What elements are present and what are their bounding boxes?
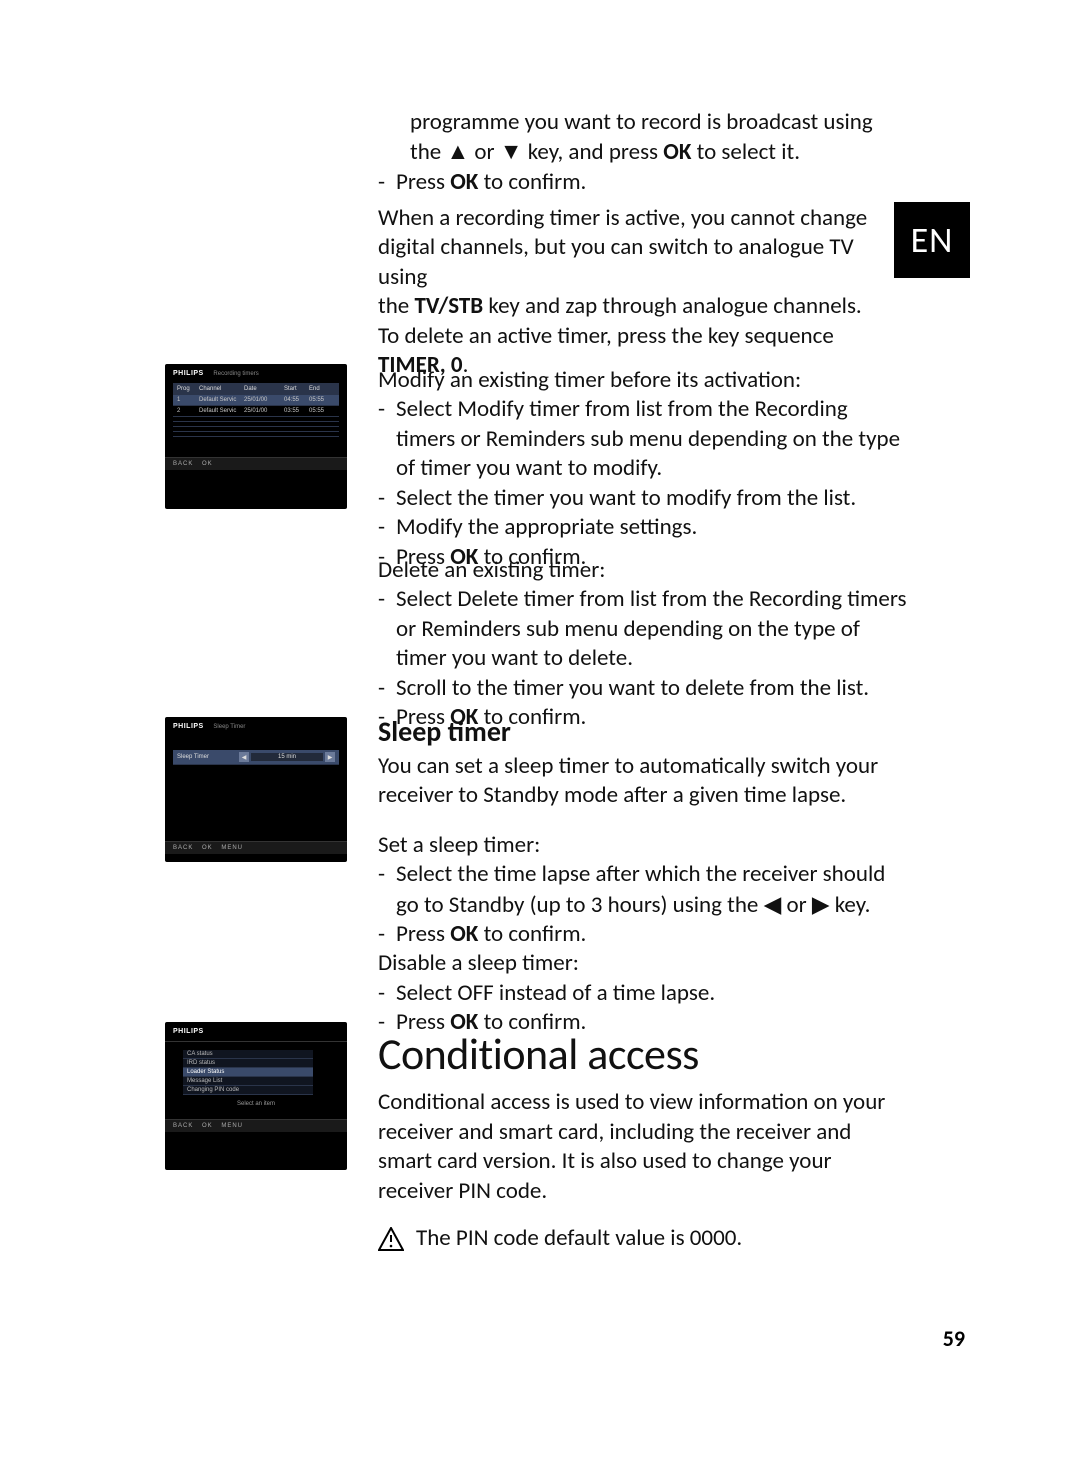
text: the	[378, 292, 414, 320]
text: the ▲ or ▼ key, and press OK to select i…	[410, 137, 908, 167]
dash: -	[378, 860, 396, 920]
brand-label: PHILIPS	[165, 717, 212, 730]
th-prog: Prog	[177, 386, 199, 392]
text: Select the time lapse after which the re…	[396, 860, 908, 920]
warning-icon	[378, 1227, 404, 1251]
shot2-title: Sleep Timer	[213, 724, 245, 730]
screenshot-conditional-access: PHILIPS CA status IRD status Loader Stat…	[165, 1022, 347, 1170]
dash: -	[378, 168, 396, 197]
text: Press OK to confirm.	[396, 920, 908, 949]
cell: 25/01/00	[244, 397, 284, 403]
text: or	[469, 138, 500, 166]
th-date: Date	[244, 386, 284, 392]
shot2-buttons: BACK OK MENU	[165, 841, 347, 854]
text: key.	[830, 891, 871, 919]
table-row	[173, 432, 339, 437]
text: You can set a sleep timer to automatical…	[378, 752, 908, 781]
th-start: Start	[284, 386, 309, 392]
cell: Default Servic	[199, 408, 244, 414]
right-arrow-icon: ▶	[812, 891, 830, 917]
text: Select the timer you want to modify from…	[396, 484, 908, 513]
right-arrow-icon: ▶	[325, 752, 335, 762]
text: programme you want to record is broadcas…	[410, 108, 908, 137]
cell: 1	[177, 397, 199, 403]
shot3-buttons: BACK OK MENU	[165, 1119, 347, 1132]
left-arrow-icon: ◀	[764, 891, 782, 917]
text: the TV/STB key and zap through analogue …	[378, 292, 908, 321]
list-item: Message List	[183, 1077, 313, 1086]
shot1-buttons: BACK OK	[165, 457, 347, 470]
th-end: End	[309, 386, 334, 392]
dash: -	[378, 513, 396, 542]
text: the	[410, 138, 446, 166]
table-row: 2 Default Servic 25/01/00 03:55 05:55	[173, 406, 339, 417]
shot1-title: Recording timers	[213, 371, 258, 377]
text: Modify an existing timer before its acti…	[378, 366, 908, 395]
ok-keyword: OK	[450, 168, 478, 196]
text: digital channels, but you can switch to …	[378, 233, 908, 292]
text: key and zap through analogue channels.	[483, 292, 862, 320]
brand-label: PHILIPS	[165, 364, 212, 377]
ok-keyword: OK	[450, 920, 478, 948]
dash: -	[378, 979, 396, 1008]
text: to confirm.	[478, 168, 586, 196]
text: receiver to Standby mode after a given t…	[378, 781, 908, 810]
sleep-timer-value: 15 min	[251, 753, 323, 761]
text: Press OK to confirm.	[396, 168, 908, 197]
text: Press	[396, 168, 450, 196]
text: Delete an existing timer:	[378, 556, 908, 585]
text: Select OFF instead of a time lapse.	[396, 979, 908, 1008]
text: to confirm.	[478, 920, 586, 948]
tvstb-keyword: TV/STB	[414, 292, 483, 320]
text: Press	[396, 920, 450, 948]
text: When a recording timer is active, you ca…	[378, 204, 908, 233]
dash: -	[378, 585, 396, 673]
dash: -	[378, 674, 396, 703]
brand-label: PHILIPS	[165, 1022, 212, 1035]
cell: 2	[177, 408, 199, 414]
text: Disable a sleep timer:	[378, 949, 908, 978]
sleep-timer-heading: Sleep timer	[378, 714, 908, 750]
text: To delete an active timer, press the key…	[378, 322, 908, 351]
text: Scroll to the timer you want to delete f…	[396, 674, 908, 703]
cell: 25/01/00	[244, 408, 284, 414]
dash: -	[378, 395, 396, 483]
cell: 05:55	[309, 397, 334, 403]
left-arrow-icon: ◀	[239, 752, 249, 762]
dash: -	[378, 920, 396, 949]
text: Set a sleep timer:	[378, 831, 908, 860]
dash: -	[378, 484, 396, 513]
text: key, and press	[523, 138, 664, 166]
down-arrow-icon: ▼	[500, 138, 523, 164]
list-item: CA status	[183, 1050, 313, 1059]
text: Select Modify timer from list from the R…	[396, 395, 908, 483]
cell: Default Servic	[199, 397, 244, 403]
warning-text: The PIN code default value is 0000.	[416, 1224, 742, 1253]
text: Conditional access is used to view infor…	[378, 1088, 908, 1206]
cell: 05:55	[309, 408, 334, 414]
th-channel: Channel	[199, 386, 244, 392]
text: to select it.	[691, 138, 800, 166]
screenshot-sleep-timer: PHILIPS Sleep Timer Sleep Timer ◀ 15 min…	[165, 717, 347, 862]
text: or	[781, 891, 812, 919]
conditional-access-heading: Conditional access	[378, 1026, 908, 1082]
table-header: Prog Channel Date Start End	[173, 384, 339, 395]
table-row: 1 Default Servic 25/01/00 04:55 05:55	[173, 395, 339, 406]
text: Select Delete timer from list from the R…	[396, 585, 908, 673]
text: Modify the appropriate settings.	[396, 513, 908, 542]
list-item: Loader Status	[183, 1068, 313, 1077]
screenshot-recording-timers: PHILIPS Recording timers Prog Channel Da…	[165, 364, 347, 509]
up-arrow-icon: ▲	[446, 138, 469, 164]
cell: 03:55	[284, 408, 309, 414]
page-number: 59	[943, 1325, 965, 1352]
list-item: IRD status	[183, 1059, 313, 1068]
sleep-timer-label: Sleep Timer	[177, 754, 239, 760]
ok-keyword: OK	[663, 138, 691, 166]
cell: 04:55	[284, 397, 309, 403]
list-item: Changing PIN code	[183, 1086, 313, 1095]
